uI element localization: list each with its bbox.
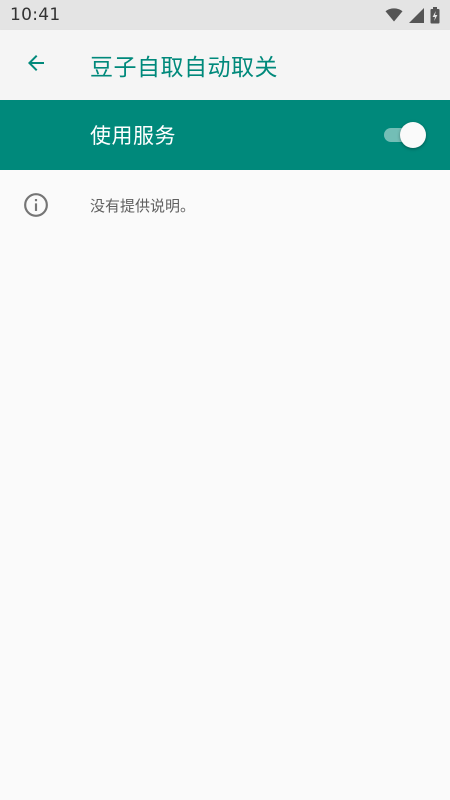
status-bar: 10:41	[0, 0, 450, 30]
back-button[interactable]	[0, 30, 72, 100]
service-master-switch-row[interactable]: 使用服务	[0, 100, 450, 170]
info-icon	[0, 192, 72, 218]
cellular-signal-icon	[409, 7, 424, 23]
arrow-left-icon	[24, 51, 48, 79]
app-bar: 豆子自取自动取关	[0, 30, 450, 100]
description-text: 没有提供说明。	[90, 196, 196, 215]
battery-charging-icon	[430, 6, 440, 24]
status-time: 10:41	[10, 5, 61, 25]
wifi-icon	[385, 8, 403, 22]
master-switch-label: 使用服务	[90, 124, 176, 148]
toggle-thumb	[400, 122, 426, 148]
description-row: 没有提供说明。	[0, 170, 450, 240]
status-icons	[385, 6, 440, 24]
page-title: 豆子自取自动取关	[90, 55, 278, 81]
service-toggle[interactable]	[382, 121, 426, 149]
